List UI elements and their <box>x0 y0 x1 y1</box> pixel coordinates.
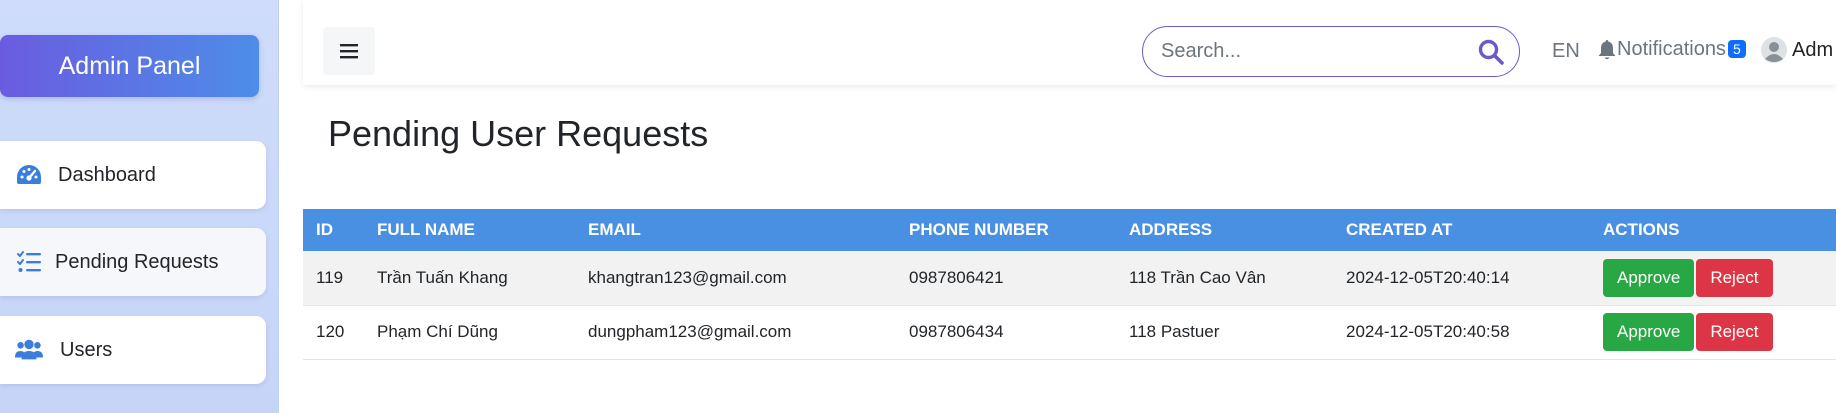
cell-phone: 0987806434 <box>909 322 1004 341</box>
sidebar: Admin Panel Dashboard Pending Requests U… <box>0 0 279 413</box>
notifications-label: Notifications <box>1617 38 1726 60</box>
cell-email: khangtran123@gmail.com <box>588 267 787 287</box>
cell-created-at: 2024-12-05T20:40:14 <box>1346 267 1510 287</box>
search-icon[interactable] <box>1477 38 1505 66</box>
sidebar-item-users[interactable]: Users <box>0 316 266 384</box>
cell-created-at: 2024-12-05T20:40:58 <box>1346 322 1510 341</box>
cell-id: 119 <box>316 267 344 287</box>
column-header-email: EMAIL <box>588 220 641 239</box>
approve-button[interactable]: Approve <box>1603 313 1695 351</box>
avatar-icon <box>1761 37 1787 63</box>
bell-icon <box>1598 39 1616 59</box>
table-row: 120 Phạm Chí Dũng dungpham123@gmail.com … <box>303 305 1836 359</box>
topbar: EN Notifications 5 Adm <box>303 0 1836 85</box>
cell-phone: 0987806421 <box>909 267 1004 287</box>
column-header-full-name: FULL NAME <box>377 220 475 239</box>
column-header-address: ADDRESS <box>1129 220 1213 239</box>
sidebar-item-label: Pending Requests <box>55 250 219 273</box>
sidebar-item-pending-requests[interactable]: Pending Requests <box>0 228 266 296</box>
language-selector[interactable]: EN <box>1552 40 1580 63</box>
menu-toggle-button[interactable] <box>323 27 375 75</box>
cell-actions: Approve Reject <box>1590 305 1836 359</box>
reject-button[interactable]: Reject <box>1696 258 1773 297</box>
brand-label: Admin Panel <box>58 51 201 80</box>
search-box <box>1142 26 1520 77</box>
column-header-id: ID <box>316 220 333 239</box>
column-header-phone: PHONE NUMBER <box>909 220 1049 239</box>
column-header-actions: ACTIONS <box>1603 220 1680 239</box>
users-icon <box>14 335 44 365</box>
approve-button[interactable]: Approve <box>1603 258 1695 297</box>
tachometer-icon <box>14 160 44 190</box>
hamburger-icon <box>340 44 358 59</box>
page-title: Pending User Requests <box>328 113 709 154</box>
brand-logo[interactable]: Admin Panel <box>0 35 259 97</box>
list-check-icon <box>14 247 44 277</box>
reject-button[interactable]: Reject <box>1696 313 1773 351</box>
user-menu[interactable]: Adm <box>1760 36 1833 64</box>
pending-requests-table: ID FULL NAME EMAIL PHONE NUMBER ADDRESS … <box>303 209 1836 360</box>
cell-email: dungpham123@gmail.com <box>588 322 792 341</box>
sidebar-item-label: Users <box>60 338 113 361</box>
search-input[interactable] <box>1161 40 1461 63</box>
cell-id: 120 <box>316 322 345 341</box>
app-root: Admin Panel Dashboard Pending Requests U… <box>0 0 1836 413</box>
notifications-link[interactable]: Notifications 5 <box>1597 38 1746 61</box>
sidebar-item-dashboard[interactable]: Dashboard <box>0 141 266 209</box>
sidebar-item-label: Dashboard <box>58 163 156 186</box>
column-header-created-at: CREATED AT <box>1346 220 1453 239</box>
table-header-row: ID FULL NAME EMAIL PHONE NUMBER ADDRESS … <box>303 209 1836 251</box>
cell-actions: Approve Reject <box>1590 251 1836 305</box>
notifications-count-badge: 5 <box>1727 39 1746 58</box>
user-name: Adm <box>1792 38 1834 61</box>
cell-address: 118 Trần Cao Vân <box>1129 267 1266 287</box>
cell-full-name: Phạm Chí Dũng <box>377 322 498 341</box>
table-row: 119 Trần Tuấn Khang khangtran123@gmail.c… <box>303 251 1836 305</box>
cell-address: 118 Pastuer <box>1129 322 1220 341</box>
cell-full-name: Trần Tuấn Khang <box>377 267 508 287</box>
